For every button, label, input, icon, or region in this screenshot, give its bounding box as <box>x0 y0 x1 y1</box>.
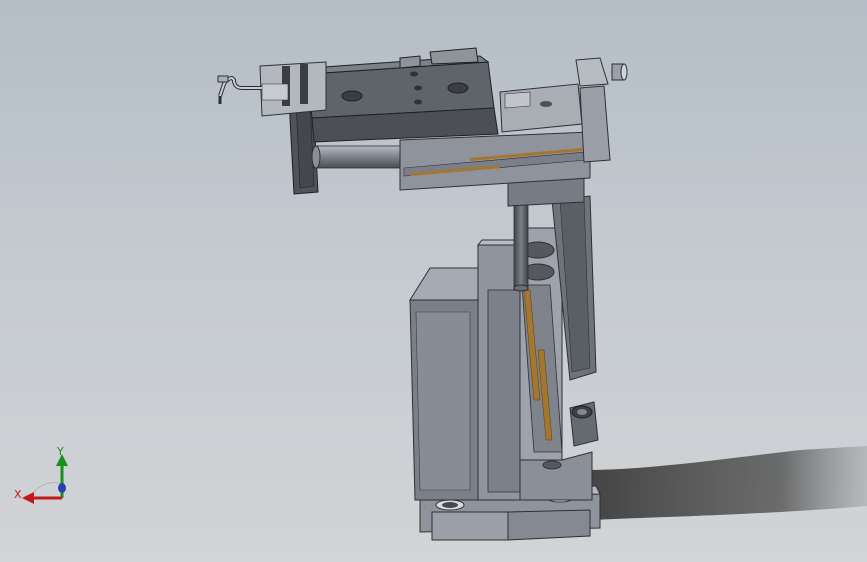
z-axis-marker <box>58 483 66 493</box>
graphics-viewport[interactable]: Y X <box>0 0 867 562</box>
x-axis-arrow <box>22 492 34 504</box>
y-axis-label: Y <box>57 445 64 458</box>
ground-shadow <box>585 446 867 520</box>
cad-model-view[interactable] <box>0 0 867 562</box>
x-axis-label: X <box>14 488 22 501</box>
vertical-slide-unit[interactable] <box>409 195 601 541</box>
reference-triad: Y X <box>10 440 80 510</box>
horizontal-slide-unit[interactable] <box>217 47 628 207</box>
